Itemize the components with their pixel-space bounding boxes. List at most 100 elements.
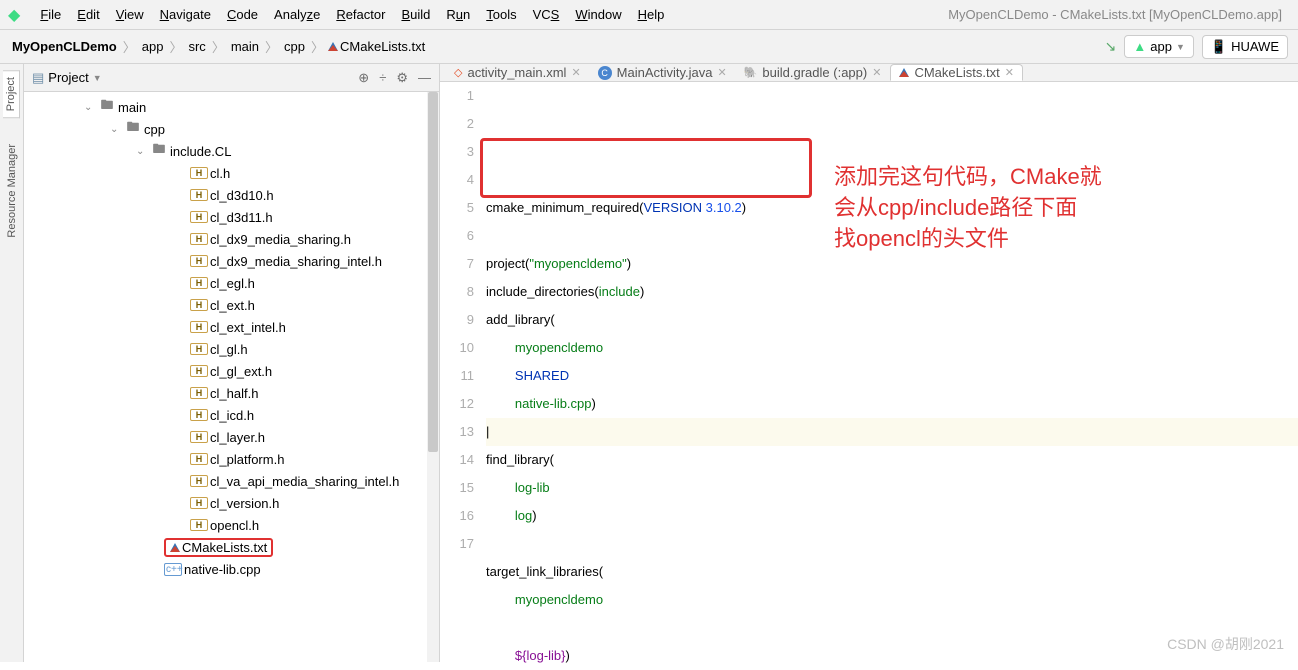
menu-window[interactable]: Window (567, 7, 629, 22)
navigation-bar: MyOpenCLDemo〉 app〉 src〉 main〉 cpp〉 CMake… (0, 30, 1298, 64)
code-editor[interactable]: 1234567891011121314151617 添加完这句代码，CMake就… (440, 82, 1298, 670)
menu-build[interactable]: Build (393, 7, 438, 22)
tab-cmakelists[interactable]: CMakeLists.txt✕ (890, 64, 1022, 81)
breadcrumb-item[interactable]: src (186, 39, 207, 54)
project-tool-window: ▤ Project ▼ ⊕ ÷ ⚙ — ⌄🖿main ⌄🖿cpp ⌄🖿inclu… (24, 64, 440, 662)
header-file-icon: H (190, 387, 208, 399)
project-tree[interactable]: ⌄🖿main ⌄🖿cpp ⌄🖿include.CL Hcl.hHcl_d3d10… (24, 92, 439, 662)
window-title: MyOpenCLDemo - CMakeLists.txt [MyOpenCLD… (948, 7, 1290, 22)
tree-file[interactable]: Hcl_ext.h (30, 294, 439, 316)
tab-main-activity[interactable]: CMainActivity.java✕ (590, 64, 736, 81)
tab-build-gradle[interactable]: 🐘build.gradle (:app)✕ (736, 64, 891, 81)
header-file-icon: H (190, 365, 208, 377)
tree-file[interactable]: Hcl_gl.h (30, 338, 439, 360)
menu-file[interactable]: File (32, 7, 69, 22)
project-pane-title[interactable]: ▤ Project ▼ (32, 70, 102, 86)
select-opened-file-icon[interactable]: ⊕ (358, 70, 369, 86)
tree-file[interactable]: Hopencl.h (30, 514, 439, 536)
menu-vcs[interactable]: VCS (525, 7, 568, 22)
header-file-icon: H (190, 431, 208, 443)
annotation-text: 添加完这句代码，CMake就会从cpp/include路径下面找opencl的头… (834, 162, 1102, 254)
tree-file[interactable]: Hcl_layer.h (30, 426, 439, 448)
device-selector[interactable]: 📱 HUAWE (1202, 35, 1288, 59)
cmake-icon (170, 540, 180, 555)
breadcrumb-root[interactable]: MyOpenCLDemo (10, 39, 119, 54)
tree-file[interactable]: Hcl_ext_intel.h (30, 316, 439, 338)
tree-file[interactable]: Hcl_version.h (30, 492, 439, 514)
menu-refactor[interactable]: Refactor (328, 7, 393, 22)
tree-file[interactable]: Hcl_icd.h (30, 404, 439, 426)
tool-tab-project[interactable]: Project (3, 70, 20, 118)
folder-icon: 🖿 (98, 96, 116, 118)
menu-edit[interactable]: Edit (69, 7, 107, 22)
cmake-icon (328, 42, 338, 51)
close-icon[interactable]: ✕ (718, 66, 727, 79)
close-icon[interactable]: ✕ (872, 66, 881, 79)
android-icon: ▲ (1133, 39, 1146, 54)
tree-file[interactable]: Hcl_dx9_media_sharing_intel.h (30, 250, 439, 272)
close-icon[interactable]: ✕ (1005, 66, 1014, 79)
close-icon[interactable]: ✕ (571, 66, 580, 79)
breadcrumb-file[interactable]: CMakeLists.txt (338, 39, 427, 54)
android-studio-logo-icon: ◆ (8, 5, 20, 25)
project-view-icon: ▤ (32, 70, 44, 86)
tree-file[interactable]: Hcl_platform.h (30, 448, 439, 470)
dropdown-icon: ▼ (1176, 42, 1185, 52)
breadcrumb-item[interactable]: main (229, 39, 261, 54)
cpp-file-icon: c++ (164, 563, 182, 576)
header-file-icon: H (190, 343, 208, 355)
tree-file[interactable]: Hcl_d3d11.h (30, 206, 439, 228)
tree-file[interactable]: Hcl.h (30, 162, 439, 184)
menu-navigate[interactable]: Navigate (152, 7, 219, 22)
scrollbar[interactable] (427, 92, 439, 662)
menu-view[interactable]: View (108, 7, 152, 22)
tree-file[interactable]: Hcl_va_api_media_sharing_intel.h (30, 470, 439, 492)
hide-icon[interactable]: — (418, 70, 431, 86)
editor-content[interactable]: 添加完这句代码，CMake就会从cpp/include路径下面找opencl的头… (486, 82, 1298, 670)
menu-tools[interactable]: Tools (478, 7, 524, 22)
header-file-icon: H (190, 255, 208, 267)
tab-activity-main[interactable]: ◇activity_main.xml✕ (446, 64, 590, 81)
tree-folder-cpp[interactable]: ⌄🖿cpp (30, 118, 439, 140)
dropdown-icon: ▼ (93, 73, 102, 83)
breadcrumb-item[interactable]: app (140, 39, 166, 54)
menu-code[interactable]: Code (219, 7, 266, 22)
breadcrumb[interactable]: MyOpenCLDemo〉 app〉 src〉 main〉 cpp〉 CMake… (10, 37, 427, 56)
tree-file[interactable]: Hcl_egl.h (30, 272, 439, 294)
header-file-icon: H (190, 321, 208, 333)
tree-file-native-lib[interactable]: c++native-lib.cpp (30, 558, 439, 580)
header-file-icon: H (190, 299, 208, 311)
header-file-icon: H (190, 189, 208, 201)
header-file-icon: H (190, 211, 208, 223)
menu-run[interactable]: Run (438, 7, 478, 22)
menu-help[interactable]: Help (630, 7, 673, 22)
editor-tabs: ◇activity_main.xml✕ CMainActivity.java✕ … (440, 64, 1298, 82)
header-file-icon: H (190, 519, 208, 531)
editor-area: ◇activity_main.xml✕ CMainActivity.java✕ … (440, 64, 1298, 662)
xml-file-icon: ◇ (454, 66, 462, 79)
header-file-icon: H (190, 409, 208, 421)
tool-tab-resource-manager[interactable]: Resource Manager (4, 138, 20, 244)
expand-all-icon[interactable]: ÷ (379, 70, 386, 86)
tree-file[interactable]: Hcl_dx9_media_sharing.h (30, 228, 439, 250)
header-file-icon: H (190, 453, 208, 465)
tree-file[interactable]: Hcl_gl_ext.h (30, 360, 439, 382)
breadcrumb-item[interactable]: cpp (282, 39, 307, 54)
device-icon: 📱 (1211, 39, 1227, 55)
menu-analyze[interactable]: Analyze (266, 7, 328, 22)
tree-file[interactable]: Hcl_half.h (30, 382, 439, 404)
tree-folder-main[interactable]: ⌄🖿main (30, 96, 439, 118)
run-config-selector[interactable]: ▲ app ▼ (1124, 35, 1194, 58)
tree-file-cmakelists[interactable]: CMakeLists.txt (30, 536, 439, 558)
folder-icon: 🖿 (150, 140, 168, 162)
menu-bar: ◆ File Edit View Navigate Code Analyze R… (0, 0, 1298, 30)
build-hammer-icon[interactable]: ↘ (1105, 38, 1117, 55)
header-file-icon: H (190, 167, 208, 179)
watermark: CSDN @胡刚2021 (1167, 634, 1284, 654)
java-class-icon: C (598, 66, 612, 80)
tree-folder-include[interactable]: ⌄🖿include.CL (30, 140, 439, 162)
header-file-icon: H (190, 475, 208, 487)
cmake-icon (899, 65, 909, 80)
tree-file[interactable]: Hcl_d3d10.h (30, 184, 439, 206)
settings-gear-icon[interactable]: ⚙ (396, 70, 408, 86)
